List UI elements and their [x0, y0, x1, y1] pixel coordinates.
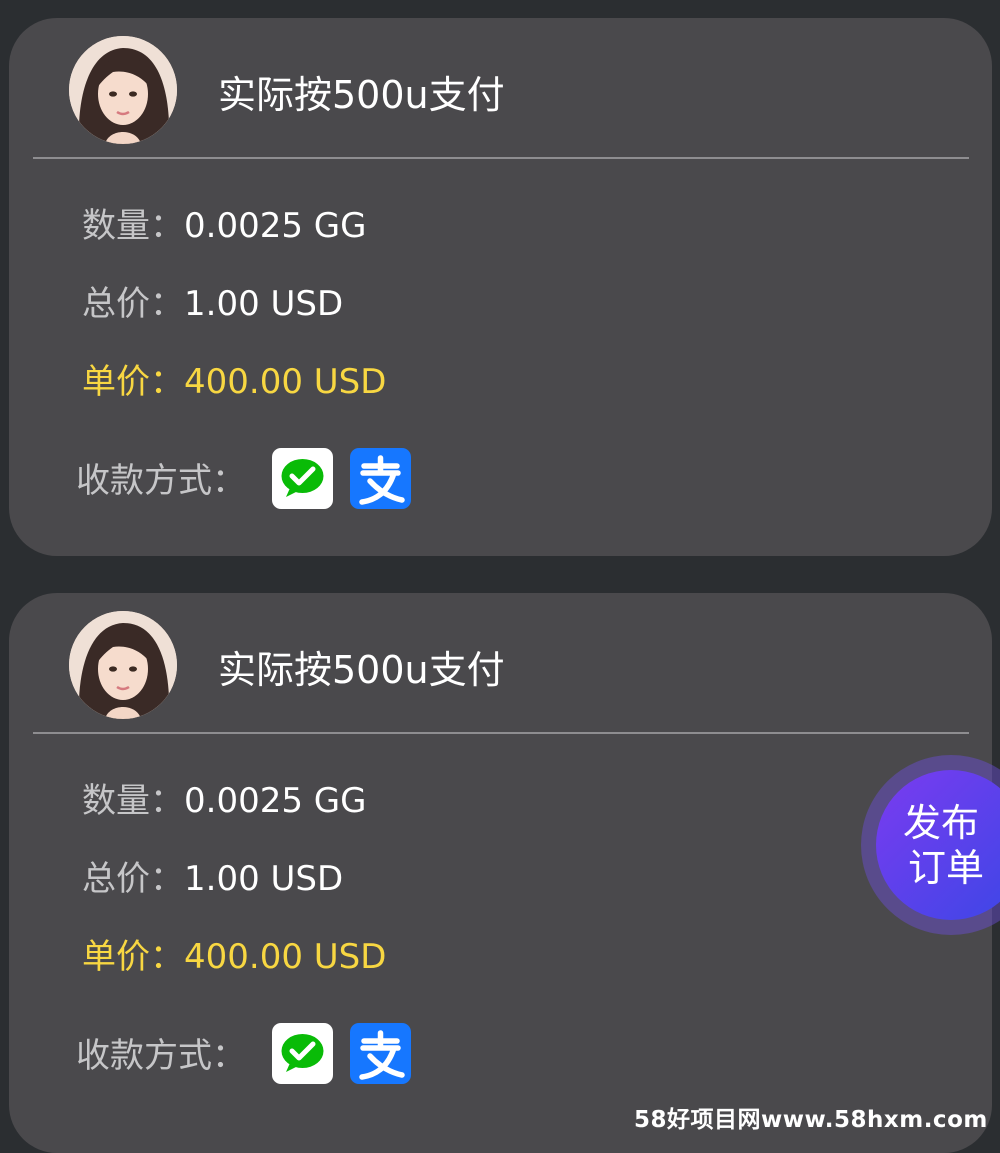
quantity-value: 0.0025 GG	[184, 781, 367, 821]
alipay-icon	[350, 448, 411, 509]
unit-price-row: 单价：400.00 USD	[82, 936, 386, 978]
unit-price-label: 单价：	[82, 362, 184, 402]
divider	[33, 732, 969, 734]
payment-method-row: 收款方式：	[76, 1035, 246, 1077]
watermark: 58好项目网www.58hxm.com	[634, 1107, 988, 1133]
wechat-pay-icon	[272, 1023, 333, 1084]
total-row: 总价：1.00 USD	[82, 858, 343, 900]
seller-avatar	[69, 611, 177, 719]
seller-avatar	[69, 36, 177, 144]
alipay-icon	[350, 1023, 411, 1084]
total-value: 1.00 USD	[184, 859, 344, 899]
order-card[interactable]: 实际按500u支付 数量：0.0025 GG 总价：1.00 USD 单价：40…	[9, 18, 992, 556]
total-label: 总价：	[82, 284, 184, 324]
order-title: 实际按500u支付	[218, 73, 505, 117]
total-row: 总价：1.00 USD	[82, 283, 343, 325]
publish-order-label-line2: 订单	[908, 846, 985, 890]
unit-price-label: 单价：	[82, 937, 184, 977]
quantity-row: 数量：0.0025 GG	[82, 780, 366, 822]
order-title: 实际按500u支付	[218, 648, 505, 692]
quantity-label: 数量：	[82, 781, 184, 821]
quantity-row: 数量：0.0025 GG	[82, 205, 366, 247]
total-label: 总价：	[82, 859, 184, 899]
order-card[interactable]: 实际按500u支付 数量：0.0025 GG 总价：1.00 USD 单价：40…	[9, 593, 992, 1153]
unit-price-value: 400.00 USD	[184, 362, 387, 402]
quantity-value: 0.0025 GG	[184, 206, 367, 246]
unit-price-value: 400.00 USD	[184, 937, 387, 977]
payment-method-label: 收款方式：	[76, 461, 246, 501]
quantity-label: 数量：	[82, 206, 184, 246]
divider	[33, 157, 969, 159]
total-value: 1.00 USD	[184, 284, 344, 324]
unit-price-row: 单价：400.00 USD	[82, 361, 386, 403]
payment-method-row: 收款方式：	[76, 460, 246, 502]
wechat-pay-icon	[272, 448, 333, 509]
payment-method-label: 收款方式：	[76, 1036, 246, 1076]
publish-order-label-line1: 发布	[903, 801, 980, 845]
